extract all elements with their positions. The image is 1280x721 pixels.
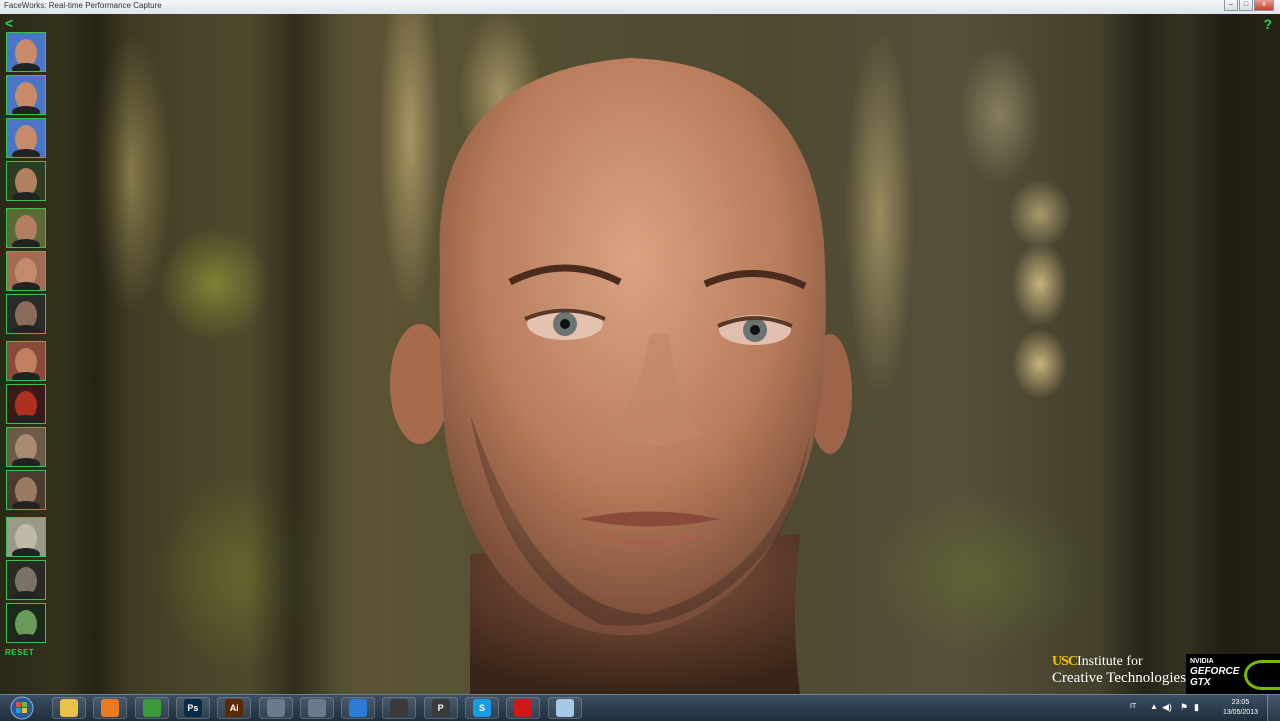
- thumb-normal-map[interactable]: [6, 603, 46, 643]
- taskbar-app-button[interactable]: [52, 697, 86, 719]
- nvidia-eye-icon: [1244, 660, 1280, 690]
- network-icon[interactable]: ▮: [1194, 702, 1199, 713]
- thumb-grey-render[interactable]: [6, 560, 46, 600]
- taskbar-app-button[interactable]: [299, 697, 334, 719]
- back-arrow-icon[interactable]: <: [5, 16, 13, 30]
- thumb-light-head[interactable]: [6, 251, 46, 291]
- taskbar-app-button[interactable]: P: [423, 697, 458, 719]
- thumb-ear-closeup[interactable]: [6, 384, 46, 424]
- illustrator-icon: Ai: [225, 699, 244, 717]
- chrome-icon: [142, 699, 161, 717]
- usc-line2: Creative Technologies: [1052, 670, 1187, 686]
- circle-app-icon: [349, 699, 368, 717]
- photoshop-icon: Ps: [183, 699, 202, 717]
- thumb-face-talk[interactable]: [6, 75, 46, 115]
- red-app-icon: [514, 699, 533, 717]
- gtx-text: GTX: [1190, 677, 1211, 688]
- thumb-warm-head[interactable]: [6, 341, 46, 381]
- thumb-eyes-pair[interactable]: [6, 470, 46, 510]
- window-title: FaceWorks: Real-time Performance Capture: [4, 1, 162, 10]
- media-player-icon: [101, 699, 120, 717]
- thumb-eye-closeup[interactable]: [6, 427, 46, 467]
- taskbar-app-button[interactable]: Ai: [217, 697, 252, 719]
- windows-start-icon[interactable]: [2, 696, 42, 720]
- taskbar-app-button[interactable]: [258, 697, 293, 719]
- tray-expand-icon[interactable]: ▲: [1150, 702, 1158, 711]
- usc-ict-logo: USCInstitute for Creative Technologies: [1052, 654, 1186, 686]
- taskbar-app-button[interactable]: [382, 697, 417, 719]
- render-viewport[interactable]: [0, 14, 1280, 694]
- tool-icon: [266, 699, 285, 717]
- nvidia-text: NVIDIA: [1190, 658, 1214, 665]
- clock[interactable]: 23:05 13/05/2013: [1223, 698, 1258, 718]
- geforce-text: GEFORCE: [1190, 666, 1240, 677]
- thumb-dark-head[interactable]: [6, 294, 46, 334]
- taskbar-app-button[interactable]: Ps: [175, 697, 210, 719]
- p-app-icon: P: [431, 699, 450, 717]
- clock-date: 13/05/2013: [1222, 709, 1258, 716]
- sidebar: < RESET: [0, 14, 52, 694]
- taskbar-app-button[interactable]: [134, 697, 169, 719]
- thumb-wireframe-head[interactable]: [6, 517, 46, 557]
- window-app-icon: [555, 699, 574, 717]
- minimize-button[interactable]: –: [1224, 0, 1238, 11]
- system-tray: IT ▲ ◀) ⚑ ▮ 23:05 13/05/2013: [1120, 695, 1280, 721]
- close-button[interactable]: x: [1254, 0, 1274, 11]
- maximize-button[interactable]: □: [1239, 0, 1253, 11]
- flag-icon[interactable]: ⚑: [1180, 702, 1188, 713]
- show-desktop-button[interactable]: [1267, 695, 1280, 721]
- thumb-face-compare[interactable]: [6, 161, 46, 201]
- skype-icon: S: [473, 699, 491, 717]
- taskbar-app-button[interactable]: [506, 697, 541, 719]
- thumb-face-neutral[interactable]: [6, 32, 46, 72]
- taskbar-app-button[interactable]: S: [465, 697, 499, 719]
- language-indicator[interactable]: IT: [1130, 703, 1136, 710]
- x-app-icon: [390, 699, 409, 717]
- volume-icon[interactable]: ◀): [1162, 702, 1172, 713]
- rendered-head: [390, 58, 852, 694]
- explorer-icon: [60, 699, 78, 717]
- taskbar-app-button[interactable]: [547, 697, 582, 719]
- help-icon[interactable]: ?: [1263, 16, 1272, 32]
- clock-time: 23:05: [1231, 699, 1250, 706]
- taskbar: Ps Ai P S IT ▲ ◀) ⚑ ▮ 23:05 13/05/2013: [0, 694, 1280, 721]
- window-title-bar[interactable]: FaceWorks: Real-time Performance Capture…: [0, 0, 1280, 15]
- thumb-forest-head[interactable]: [6, 208, 46, 248]
- usc-mark: USC: [1052, 654, 1078, 669]
- reset-button[interactable]: RESET: [5, 648, 34, 657]
- nvidia-geforce-logo: NVIDIA GEFORCE GTX: [1186, 654, 1280, 694]
- usc-line1: Institute for: [1077, 654, 1143, 669]
- thumb-face-shout[interactable]: [6, 118, 46, 158]
- utility-icon: [307, 699, 326, 717]
- taskbar-app-button[interactable]: [341, 697, 376, 719]
- taskbar-app-button[interactable]: [93, 697, 128, 719]
